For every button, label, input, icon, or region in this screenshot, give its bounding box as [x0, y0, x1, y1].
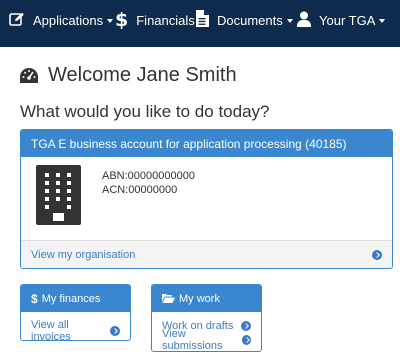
nav-documents[interactable]: Documents	[195, 0, 293, 40]
nav-your-tga[interactable]: Your TGA	[297, 0, 386, 40]
nav-applications-label: Applications	[33, 12, 104, 28]
chevron-down-icon	[107, 18, 114, 23]
edit-icon	[9, 12, 25, 29]
my-work-label: My work	[179, 292, 220, 305]
chevron-down-icon	[286, 18, 293, 23]
building-icon	[36, 165, 81, 230]
view-my-organisation-link[interactable]: View my organisation	[31, 249, 135, 261]
dollar-icon: $	[115, 8, 129, 31]
nav-your-tga-label: Your TGA	[319, 12, 376, 28]
chevron-right-circle-icon[interactable]	[241, 334, 251, 345]
view-all-invoices-link[interactable]: View all invoices	[31, 319, 110, 341]
dashboard-icon	[20, 67, 38, 83]
my-finances-panel: $ My finances View all invoices	[20, 284, 131, 341]
chevron-down-icon	[379, 18, 386, 23]
abn-value: ABN:00000000000	[102, 170, 195, 182]
chevron-right-circle-icon[interactable]	[241, 320, 251, 331]
view-submissions-link[interactable]: View submissions	[162, 328, 242, 352]
nav-financials-label: Financials	[136, 12, 195, 28]
welcome-text: Welcome Jane Smith	[48, 64, 237, 86]
nav-financials[interactable]: $ Financials	[115, 0, 195, 40]
welcome-heading: Welcome Jane Smith	[19, 64, 237, 87]
organisation-panel-footer[interactable]: View my organisation	[21, 240, 392, 268]
user-icon	[297, 11, 311, 30]
folder-open-icon	[162, 292, 175, 306]
my-finances-title: $ My finances	[21, 285, 130, 312]
my-finances-label: My finances	[41, 292, 101, 305]
page-subtitle: What would you like to do today?	[20, 102, 270, 121]
nav-applications[interactable]: Applications	[9, 0, 114, 40]
nav-documents-label: Documents	[217, 12, 283, 28]
organisation-panel: TGA E business account for application p…	[20, 129, 393, 269]
organisation-identifiers: ABN:00000000000 ACN:00000000	[102, 169, 195, 197]
top-navbar: Applications $ Financials Documents Your…	[0, 0, 400, 47]
view-submissions-row[interactable]: View submissions	[162, 328, 251, 351]
acn-value: ACN:00000000	[102, 184, 178, 196]
view-all-invoices-row[interactable]: View all invoices	[31, 319, 120, 340]
dollar-icon: $	[31, 291, 38, 306]
chevron-right-circle-icon[interactable]	[372, 249, 382, 260]
my-work-title: My work	[152, 285, 261, 312]
chevron-right-circle-icon[interactable]	[110, 325, 120, 336]
organisation-panel-body: ABN:00000000000 ACN:00000000	[21, 157, 392, 242]
document-icon	[195, 10, 209, 30]
my-work-panel: My work Work on drafts View submissions	[151, 284, 262, 352]
organisation-panel-title: TGA E business account for application p…	[21, 130, 392, 157]
